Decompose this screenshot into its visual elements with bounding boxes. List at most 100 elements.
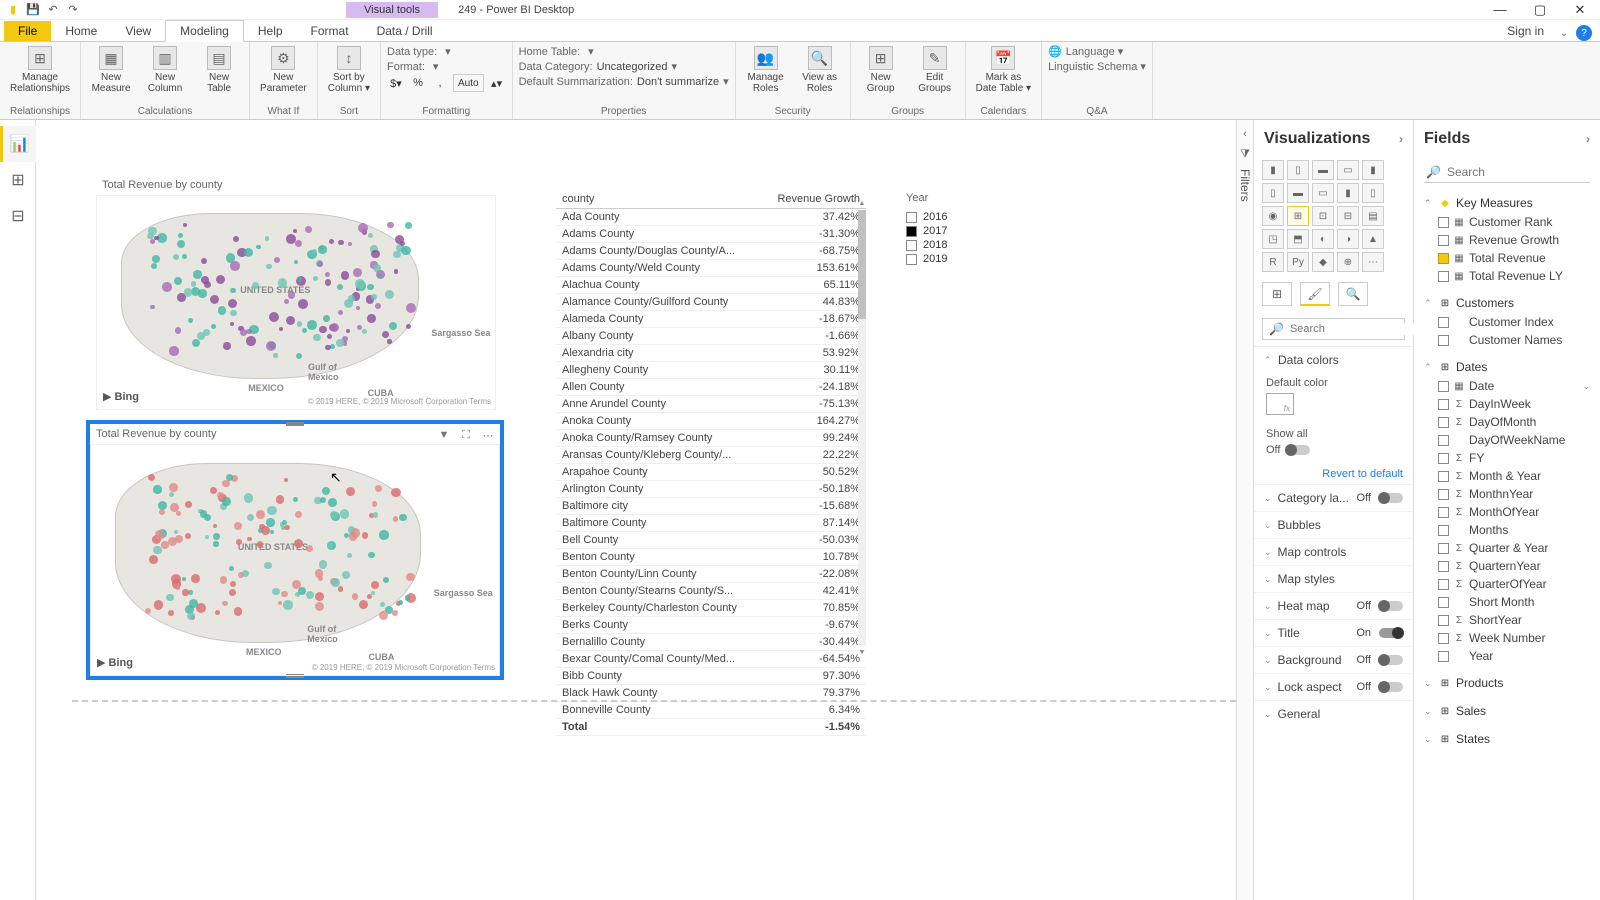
table-row[interactable]: Adams County/Douglas County/A...-68.75%: [556, 243, 866, 260]
fields-table-dates[interactable]: ⌃⊞Dates: [1424, 357, 1590, 377]
sign-in[interactable]: Sign in: [1495, 21, 1556, 41]
field-item[interactable]: Months: [1424, 521, 1590, 539]
section-lock-aspect[interactable]: ⌄Lock aspect Off: [1254, 673, 1413, 700]
default-color-swatch[interactable]: [1266, 393, 1294, 415]
minimize-icon[interactable]: —: [1480, 0, 1520, 20]
fields-table-products[interactable]: ⌄⊞Products: [1424, 673, 1590, 693]
help-icon[interactable]: ?: [1576, 25, 1592, 41]
comma-icon[interactable]: ,: [431, 74, 449, 92]
new-table-button[interactable]: ▤NewTable: [195, 44, 243, 96]
field-item[interactable]: Short Month: [1424, 593, 1590, 611]
table-row[interactable]: Bernalillo County-30.44%: [556, 634, 866, 651]
fields-table-states[interactable]: ⌄⊞States: [1424, 729, 1590, 749]
field-item[interactable]: ΣWeek Number: [1424, 629, 1590, 647]
report-view-icon[interactable]: 📊: [0, 126, 36, 162]
default-summarization-dropdown[interactable]: Default Summarization: Don't summarize ▾: [519, 74, 729, 89]
field-item[interactable]: Customer Index: [1424, 313, 1590, 331]
data-view-icon[interactable]: ⊞: [0, 162, 36, 198]
table-row[interactable]: Alexandria city53.92%: [556, 345, 866, 362]
viz-type-icon[interactable]: ▯: [1362, 183, 1384, 203]
new-parameter-button[interactable]: ⚙NewParameter: [256, 44, 311, 96]
viz-type-icon[interactable]: ⊡: [1312, 206, 1334, 226]
table-row[interactable]: Benton County10.78%: [556, 549, 866, 566]
table-row[interactable]: Bibb County97.30%: [556, 668, 866, 685]
viz-type-icon[interactable]: ▬: [1312, 160, 1334, 180]
section-heat-map[interactable]: ⌄Heat map Off: [1254, 592, 1413, 619]
model-view-icon[interactable]: ⊟: [0, 198, 36, 234]
slicer-item[interactable]: 2017: [906, 224, 986, 238]
field-item[interactable]: ΣFY: [1424, 449, 1590, 467]
collapse-pane-icon[interactable]: ›: [1399, 132, 1403, 146]
field-item[interactable]: ΣQuarter & Year: [1424, 539, 1590, 557]
year-slicer[interactable]: Year 2016201720182019: [906, 192, 986, 266]
language-dropdown[interactable]: 🌐 Language ▾: [1048, 44, 1146, 59]
table-row[interactable]: Adams County/Weld County153.61%: [556, 260, 866, 277]
viz-type-icon[interactable]: ▮: [1337, 183, 1359, 203]
table-row[interactable]: Anne Arundel County-75.13%: [556, 396, 866, 413]
viz-type-icon[interactable]: ▮: [1362, 160, 1384, 180]
collapse-pane-icon[interactable]: ›: [1586, 132, 1590, 146]
field-item[interactable]: ΣMonthOfYear: [1424, 503, 1590, 521]
new-group-button[interactable]: ⊞NewGroup: [857, 44, 905, 96]
show-all-toggle[interactable]: [1286, 445, 1310, 455]
mark-date-table-button[interactable]: 📅Mark asDate Table ▾: [972, 44, 1035, 96]
viz-type-icon[interactable]: R: [1262, 252, 1284, 272]
format-well-icon[interactable]: 🖌: [1300, 282, 1330, 306]
field-item[interactable]: ▦Customer Rank: [1424, 213, 1590, 231]
viz-type-icon[interactable]: ◆: [1312, 252, 1334, 272]
table-row[interactable]: Benton County/Linn County-22.08%: [556, 566, 866, 583]
viz-type-icon[interactable]: ▮: [1262, 160, 1284, 180]
viz-type-icon[interactable]: ▯: [1287, 160, 1309, 180]
viz-type-icon[interactable]: ◑: [1337, 229, 1359, 249]
linguistic-schema-dropdown[interactable]: Linguistic Schema ▾: [1048, 59, 1146, 74]
filters-pane-collapsed[interactable]: ‹ ⧩ Filters: [1236, 120, 1254, 900]
manage-relationships-button[interactable]: ⊞ManageRelationships: [6, 44, 74, 96]
field-item[interactable]: ΣQuarternYear: [1424, 557, 1590, 575]
viz-type-icon[interactable]: ⬒: [1287, 229, 1309, 249]
viz-type-icon[interactable]: ▬: [1287, 183, 1309, 203]
table-header-growth[interactable]: Revenue Growth: [762, 190, 866, 209]
field-item[interactable]: Customer Names: [1424, 331, 1590, 349]
table-row[interactable]: Berkeley County/Charleston County70.85%: [556, 600, 866, 617]
field-item[interactable]: DayOfWeekName: [1424, 431, 1590, 449]
percent-icon[interactable]: %: [409, 74, 427, 92]
table-row[interactable]: Anoka County/Ramsey County99.24%: [556, 430, 866, 447]
more-options-icon[interactable]: ⋯: [480, 428, 496, 442]
save-icon[interactable]: 💾: [26, 3, 40, 17]
tab-home[interactable]: Home: [51, 21, 111, 41]
fields-well-icon[interactable]: ⊞: [1262, 282, 1292, 306]
viz-type-icon[interactable]: ◳: [1262, 229, 1284, 249]
expand-filters-icon[interactable]: ‹: [1243, 128, 1247, 140]
field-item[interactable]: ▦Total Revenue LY: [1424, 267, 1590, 285]
viz-type-icon[interactable]: ⊟: [1337, 206, 1359, 226]
viz-type-icon[interactable]: ⊕: [1337, 252, 1359, 272]
table-row[interactable]: Allegheny County30.11%: [556, 362, 866, 379]
tab-view[interactable]: View: [111, 21, 165, 41]
section-map-controls[interactable]: ⌄Map controls: [1254, 538, 1413, 565]
viz-type-icon[interactable]: Py: [1287, 252, 1309, 272]
tab-file[interactable]: File: [4, 21, 51, 41]
tab-format[interactable]: Format: [297, 21, 363, 41]
undo-icon[interactable]: ↶: [46, 3, 60, 17]
tab-help[interactable]: Help: [244, 21, 297, 41]
chevron-down-icon[interactable]: ⌄: [1556, 25, 1572, 41]
viz-type-icon[interactable]: ▲: [1362, 229, 1384, 249]
table-row[interactable]: Aransas County/Kleberg County/...22.22%: [556, 447, 866, 464]
edit-groups-button[interactable]: ✎EditGroups: [911, 44, 959, 96]
viz-type-icon[interactable]: ▭: [1337, 160, 1359, 180]
table-row[interactable]: Baltimore County87.14%: [556, 515, 866, 532]
table-row[interactable]: Alameda County-18.67%: [556, 311, 866, 328]
currency-icon[interactable]: $▾: [387, 74, 405, 92]
decimals-auto[interactable]: Auto: [453, 74, 484, 92]
decimals-spinner[interactable]: ▴▾: [488, 74, 506, 92]
fields-search[interactable]: 🔎: [1424, 162, 1590, 183]
section-map-styles[interactable]: ⌄Map styles: [1254, 565, 1413, 592]
sort-by-column-button[interactable]: ↕Sort byColumn ▾: [324, 44, 374, 96]
viz-type-icon[interactable]: ◉: [1262, 206, 1284, 226]
table-visual[interactable]: county Revenue Growth Ada County37.42%Ad…: [556, 190, 866, 665]
table-header-county[interactable]: county: [556, 190, 762, 209]
close-icon[interactable]: ✕: [1560, 0, 1600, 20]
table-row[interactable]: Baltimore city-15.68%: [556, 498, 866, 515]
new-measure-button[interactable]: ▦NewMeasure: [87, 44, 135, 96]
map-visual-2[interactable]: Total Revenue by county ▼ ⛶ ⋯ UNITED STA…: [86, 420, 504, 680]
